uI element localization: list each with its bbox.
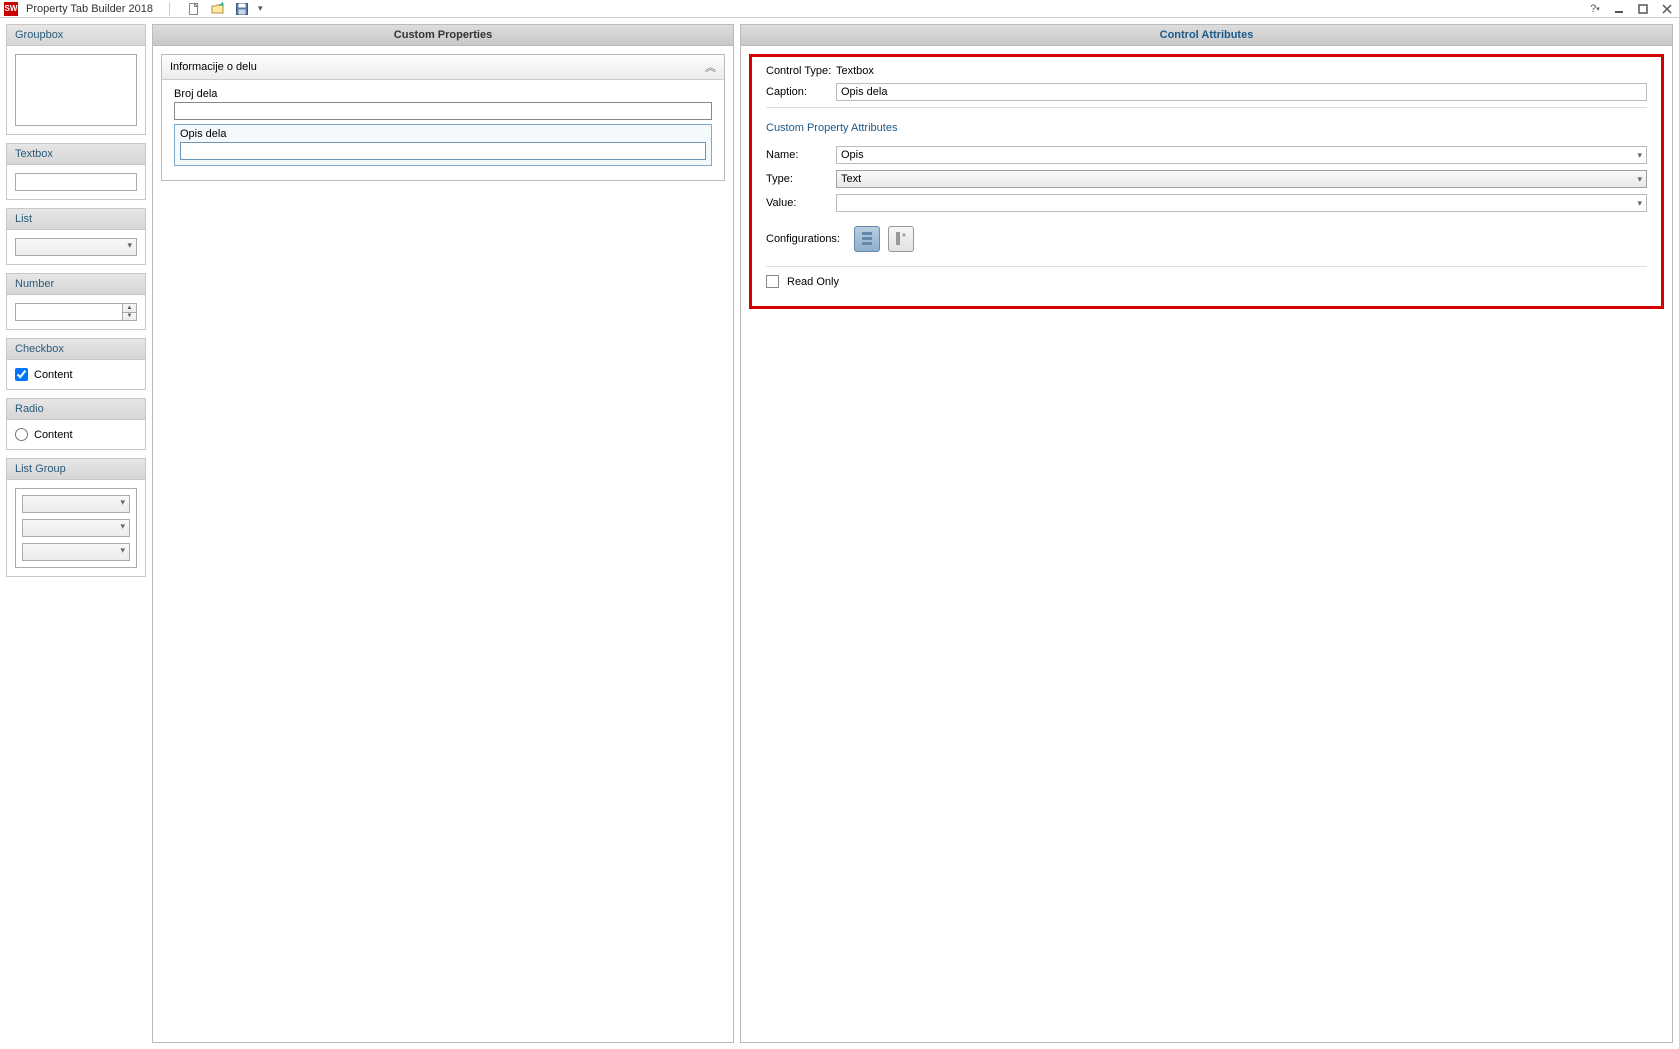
divider-1 (766, 107, 1647, 108)
palette-number[interactable]: Number ▲▼ (6, 273, 146, 330)
palette-list-label: List (7, 209, 145, 230)
caption-input[interactable] (836, 83, 1647, 101)
center-body: Informacije o delu ︽ Broj dela Opis dela (153, 46, 733, 1042)
collapse-icon[interactable]: ︽ (705, 59, 716, 75)
palette-radio-label: Radio (7, 399, 145, 420)
center-panel: Custom Properties Informacije o delu ︽ B… (152, 24, 734, 1043)
palette-checkbox[interactable]: Checkbox Content (6, 338, 146, 390)
control-type-label: Control Type: (766, 65, 836, 77)
palette-listgroup-label: List Group (7, 459, 145, 480)
app-icon: SW (4, 2, 18, 16)
number-preview: ▲▼ (15, 303, 137, 321)
palette-groupbox[interactable]: Groupbox (6, 24, 146, 135)
field-input-opis-dela[interactable] (180, 142, 706, 160)
caption-label: Caption: (766, 86, 836, 98)
list-preview (15, 238, 137, 256)
new-file-icon[interactable] (186, 1, 202, 17)
divider-2 (766, 266, 1647, 267)
save-icon[interactable] (234, 1, 250, 17)
maximize-icon[interactable] (1635, 1, 1651, 17)
palette-radio[interactable]: Radio Content (6, 398, 146, 450)
palette-textbox-label: Textbox (7, 144, 145, 165)
field-broj-dela[interactable]: Broj dela (174, 86, 712, 120)
name-value: Opis (841, 149, 864, 161)
checkbox-preview: Content (15, 368, 137, 381)
field-label-opis-dela: Opis dela (176, 126, 710, 140)
row-configurations: Configurations: (766, 226, 1647, 252)
listgroup-row-1 (22, 495, 130, 513)
groupbox-header[interactable]: Informacije o delu ︽ (162, 55, 724, 80)
right-body: Control Type: Textbox Caption: Custom Pr… (741, 46, 1672, 1042)
row-caption: Caption: (766, 83, 1647, 101)
groupbox-title: Informacije o delu (170, 61, 257, 73)
palette: Groupbox Textbox List Number ▲▼ Checkbox… (6, 24, 146, 1043)
value-label: Value: (766, 197, 836, 209)
textbox-preview (15, 173, 137, 191)
radio-preview-input (15, 428, 28, 441)
control-type-value: Textbox (836, 65, 874, 77)
open-file-icon[interactable] (210, 1, 226, 17)
minimize-icon[interactable] (1611, 1, 1627, 17)
listgroup-preview (15, 488, 137, 568)
right-panel-title: Control Attributes (741, 25, 1672, 46)
titlebar-separator (169, 2, 170, 16)
section-custom-property-attributes: Custom Property Attributes (766, 122, 1647, 138)
row-readonly: Read Only (766, 275, 1647, 288)
listgroup-row-2 (22, 519, 130, 537)
checkbox-preview-input (15, 368, 28, 381)
readonly-checkbox[interactable] (766, 275, 779, 288)
close-icon[interactable] (1659, 1, 1675, 17)
row-type: Type: Text (766, 170, 1647, 188)
config-mode-all-button[interactable] (854, 226, 880, 252)
palette-groupbox-label: Groupbox (7, 25, 145, 46)
type-value: Text (841, 173, 861, 185)
groupbox-body: Broj dela Opis dela (162, 80, 724, 180)
type-select[interactable]: Text (836, 170, 1647, 188)
radio-preview-label: Content (34, 429, 73, 441)
value-combo[interactable] (836, 194, 1647, 212)
palette-number-label: Number (7, 274, 145, 295)
help-icon[interactable]: ?▾ (1587, 1, 1603, 17)
app-title: Property Tab Builder 2018 (26, 3, 153, 15)
name-combo[interactable]: Opis (836, 146, 1647, 164)
field-input-broj-dela[interactable] (174, 102, 712, 120)
readonly-label: Read Only (787, 276, 839, 288)
row-control-type: Control Type: Textbox (766, 65, 1647, 77)
type-label: Type: (766, 173, 836, 185)
titlebar: SW Property Tab Builder 2018 ▾ ?▾ (0, 0, 1679, 18)
checkbox-preview-label: Content (34, 369, 73, 381)
center-panel-title: Custom Properties (153, 25, 733, 46)
main-area: Groupbox Textbox List Number ▲▼ Checkbox… (0, 18, 1679, 1049)
attributes-highlight: Control Type: Textbox Caption: Custom Pr… (749, 54, 1664, 309)
save-dropdown-icon[interactable]: ▾ (258, 3, 263, 14)
row-value: Value: (766, 194, 1647, 212)
palette-textbox[interactable]: Textbox (6, 143, 146, 200)
configurations-label: Configurations: (766, 233, 846, 245)
config-mode-this-button[interactable] (888, 226, 914, 252)
listgroup-row-3 (22, 543, 130, 561)
palette-list[interactable]: List (6, 208, 146, 265)
field-label-broj-dela: Broj dela (174, 86, 712, 102)
groupbox-preview (15, 54, 137, 126)
titlebar-right: ?▾ (1587, 1, 1675, 17)
titlebar-left: SW Property Tab Builder 2018 ▾ (4, 1, 263, 17)
palette-listgroup[interactable]: List Group (6, 458, 146, 577)
field-opis-dela[interactable]: Opis dela (174, 124, 712, 166)
name-label: Name: (766, 149, 836, 161)
right-panel: Control Attributes Control Type: Textbox… (740, 24, 1673, 1043)
row-name: Name: Opis (766, 146, 1647, 164)
toolbar: ▾ (186, 1, 263, 17)
palette-checkbox-label: Checkbox (7, 339, 145, 360)
radio-preview: Content (15, 428, 137, 441)
groupbox-informacije[interactable]: Informacije o delu ︽ Broj dela Opis dela (161, 54, 725, 181)
